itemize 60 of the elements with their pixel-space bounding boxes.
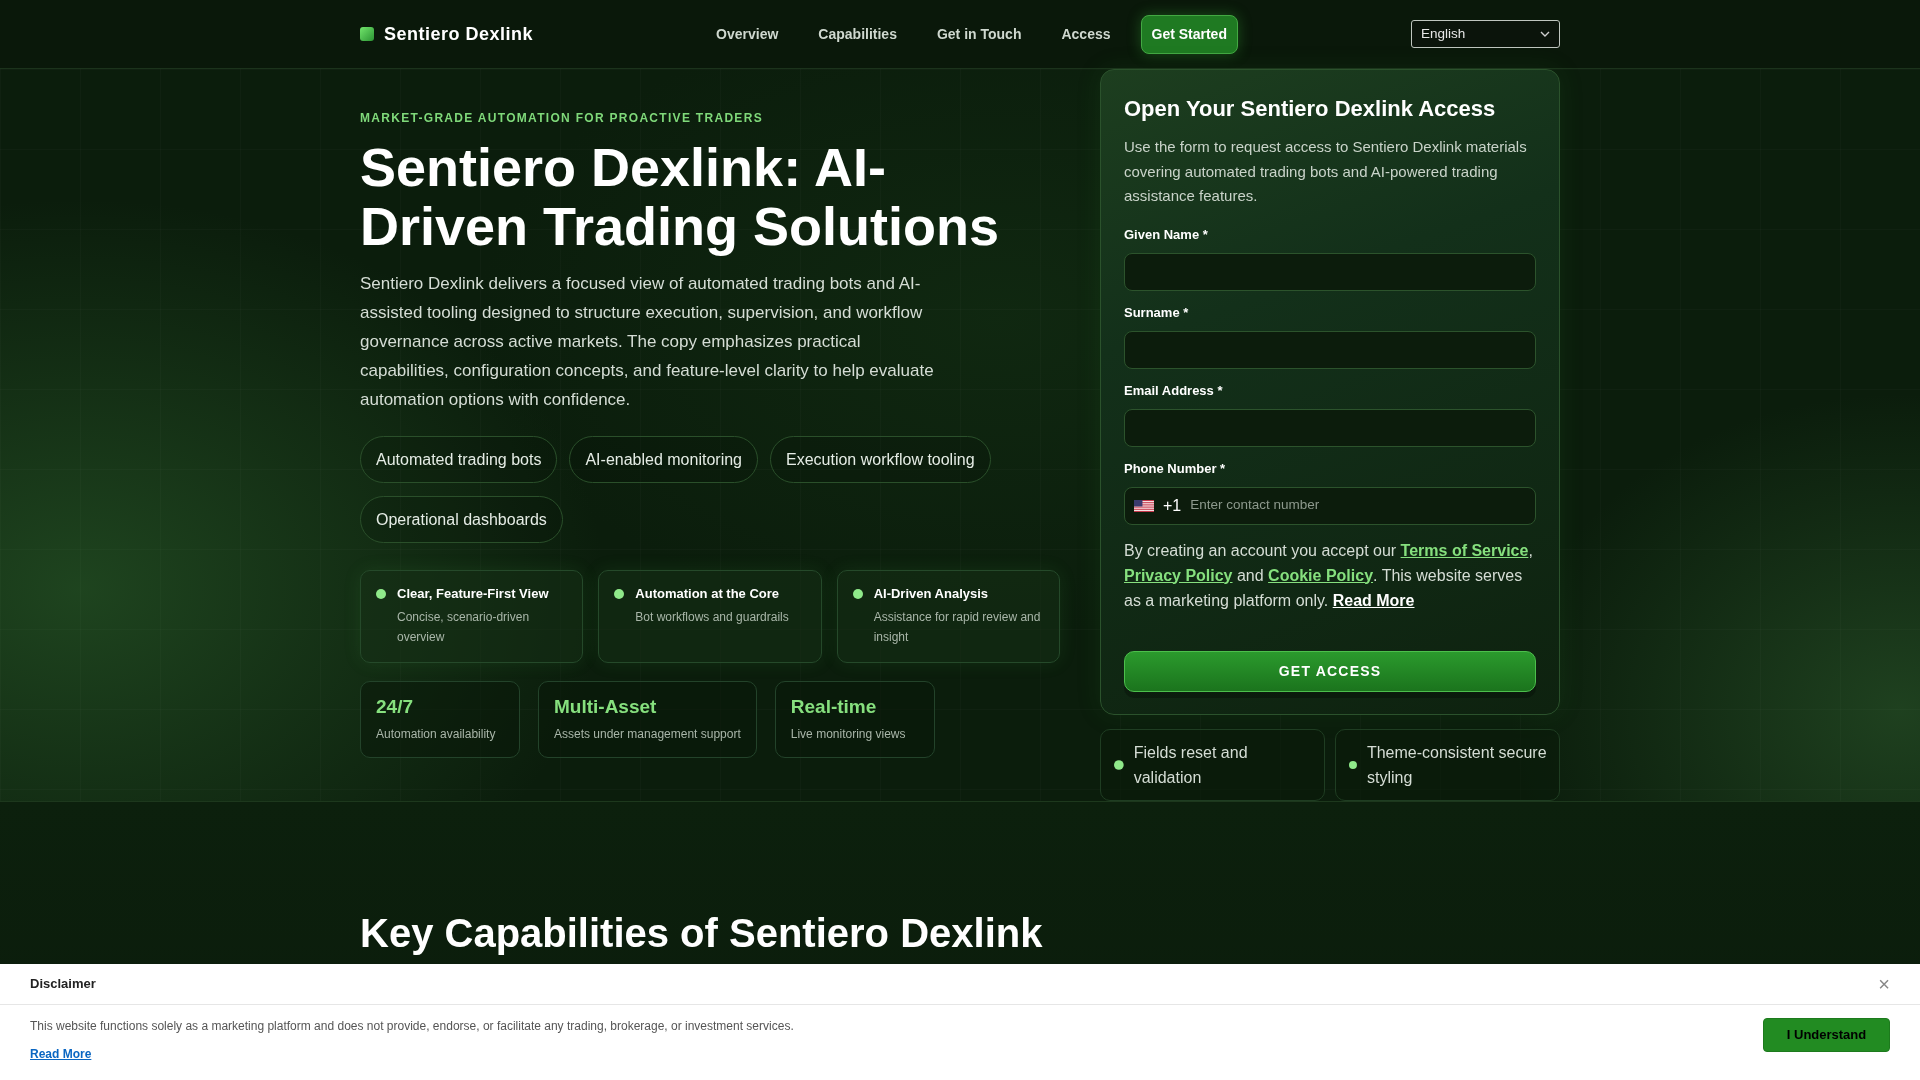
feature-tag: AI-enabled monitoring <box>569 436 758 483</box>
disclaimer-title: Disclaimer <box>30 975 96 994</box>
nav-link[interactable]: Overview <box>706 17 789 51</box>
hero-title: Sentiero Dexlink: AI-Driven Trading Solutions <box>360 138 1001 256</box>
phone-number-input[interactable]: Enter contact number <box>1190 495 1526 516</box>
feature-tag: Automated trading bots <box>360 436 558 483</box>
feature-title: Automation at the Core <box>635 585 781 603</box>
bullet-dot-icon <box>852 589 863 599</box>
logo-icon <box>360 27 374 41</box>
bullet-dot-icon <box>376 589 386 599</box>
policy-link[interactable]: Privacy Policy <box>1124 566 1233 584</box>
field-label: Surname * <box>1124 304 1190 321</box>
policy-link[interactable]: Terms of Service <box>1400 541 1529 559</box>
get-started-button[interactable]: Get Started <box>1140 14 1238 54</box>
text-field[interactable] <box>1124 252 1536 291</box>
feature-tag: Execution workflow tooling <box>770 436 991 483</box>
stat-value: Multi-Asset <box>554 695 658 719</box>
feature-tag: Operational dashboards <box>360 496 563 543</box>
nav-link[interactable]: Access <box>1051 17 1121 51</box>
close-button[interactable]: × <box>1872 974 1896 994</box>
bullet-dot-icon <box>614 589 625 599</box>
stat-label: Assets under management support <box>554 726 741 743</box>
understand-button[interactable]: I Understand <box>1763 1018 1890 1052</box>
nav-link[interactable]: Capabilities <box>808 17 907 51</box>
read-more-link[interactable]: Read More <box>30 1046 92 1062</box>
phone-field[interactable]: +1 Enter contact number <box>1124 486 1536 525</box>
eyebrow-text: MARKET-GRADE AUTOMATION FOR PROACTIVE TRADERS <box>360 110 764 127</box>
bullet-dot-icon <box>1114 759 1124 770</box>
form-title: Open Your Sentiero Dexlink Access <box>1124 95 1497 122</box>
flag-icon <box>1134 499 1154 512</box>
policy-link[interactable]: Cookie Policy <box>1268 566 1374 584</box>
stat-value: 24/7 <box>376 695 414 719</box>
hero-description: Sentiero Dexlink delivers a focused view of automated trading bots and AI-assisted tooling designed to structure execution, supervision, and workflow governance across active markets. The copy emphasizes practical capabilities, configuration concepts, and feature-level clarity to help evaluate automation options with confidence. <box>360 273 935 411</box>
field-label: Email Address * <box>1124 382 1224 399</box>
disclaimer-text: This website functions solely as a marketing platform and does not provide, endorse, or facilitate any trading, brokerage, or investment services. <box>30 1018 794 1035</box>
brand-name[interactable]: Sentiero Dexlink <box>384 20 534 48</box>
feature-title: Clear, Feature-First View <box>397 585 550 603</box>
stat-value: Real-time <box>790 695 878 719</box>
note-text: Fields reset and validation <box>1133 742 1249 788</box>
field-label: Given Name * <box>1124 226 1209 243</box>
text-field[interactable] <box>1124 330 1536 369</box>
field-label: Phone Number * <box>1124 460 1227 477</box>
country-code: +1 <box>1163 495 1182 516</box>
chevron-icon <box>1540 31 1550 37</box>
nav-link[interactable]: Get in Touch <box>926 17 1032 51</box>
feature-title: AI-Driven Analysis <box>873 585 990 603</box>
feature-description: Assistance for rapid review and insight <box>873 609 1042 646</box>
email-field[interactable] <box>1124 408 1536 447</box>
stat-label: Automation availability <box>376 726 497 743</box>
stat-label: Live monitoring views <box>790 726 907 743</box>
note-text: Theme-consistent secure styling <box>1366 742 1548 788</box>
get-access-button[interactable]: GET ACCESS <box>1124 650 1536 692</box>
language-select[interactable]: English <box>1411 20 1560 48</box>
bullet-dot-icon <box>1349 759 1357 770</box>
consent-text: By creating an account you accept our Terms of Service, Privacy Policy and Cookie Policy. This website serves as a marketing platform only. Read More <box>1124 540 1534 611</box>
read-more-link[interactable]: Read More <box>1332 591 1415 609</box>
form-description: Use the form to request access to Sentiero Dexlink materials covering automated trading bots and AI-powered trading assistance features. <box>1124 137 1528 206</box>
section-title: Key Capabilities of Sentiero Dexlink <box>360 910 1044 956</box>
feature-description: Concise, scenario-driven overview <box>397 609 531 646</box>
feature-description: Bot workflows and guardrails <box>635 609 789 626</box>
